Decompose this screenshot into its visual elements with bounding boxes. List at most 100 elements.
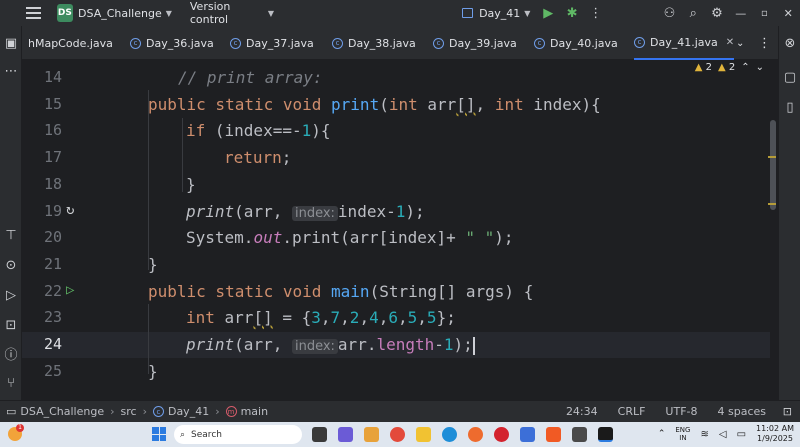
edge-icon[interactable] [442, 427, 457, 442]
search-icon[interactable]: ⌕ [681, 6, 705, 21]
start-button[interactable] [152, 427, 166, 441]
chevron-down-icon: ▼ [165, 8, 172, 18]
tab-label: Day_39.java [449, 36, 517, 50]
tab-day-39[interactable]: c Day_39.java [433, 26, 517, 60]
run-tool-icon[interactable]: ▷ [3, 288, 19, 304]
word-icon[interactable] [520, 427, 535, 442]
main-menu-icon[interactable] [26, 7, 41, 19]
taskbar-search[interactable]: ⌕ Search [174, 425, 302, 444]
chevron-right-icon: › [142, 405, 147, 418]
problems-icon[interactable]: ⓘ [3, 348, 19, 364]
breadcrumb-project[interactable]: DSA_Challenge [20, 405, 104, 418]
opera-icon[interactable] [494, 427, 509, 442]
battery-icon[interactable]: ▭ [737, 429, 746, 440]
indent-setting[interactable]: 4 spaces [718, 405, 767, 418]
brave-icon[interactable] [546, 427, 561, 442]
terminal-icon[interactable]: ⊡ [3, 318, 19, 334]
services-icon[interactable]: ⊙ [3, 258, 19, 274]
lock-icon[interactable]: ⊡ [783, 405, 792, 418]
code-line-18: } [186, 175, 196, 194]
task-view-icon[interactable] [312, 427, 327, 442]
search-icon: ⌕ [180, 429, 186, 440]
project-widget[interactable]: DSA_Challenge ▼ [78, 0, 178, 26]
warning-mark[interactable] [768, 203, 776, 205]
line-number: 22 [43, 282, 62, 300]
code-line-22: public static void main(String[] args) { [148, 282, 534, 301]
intellij-icon[interactable] [598, 427, 613, 442]
settings-icon[interactable]: ⚙ [705, 6, 729, 21]
notifications-icon[interactable]: ⊗ [782, 36, 798, 52]
vcs-widget[interactable]: Version control ▼ [184, 0, 280, 26]
close-tab-icon[interactable]: ✕ [726, 37, 734, 48]
tab-day-38[interactable]: c Day_38.java [332, 26, 416, 60]
ai-assistant-icon[interactable]: ▯ [782, 100, 798, 116]
tab-label: Day_38.java [348, 36, 416, 50]
editor-scrollbar[interactable] [770, 120, 776, 210]
indent-guide [148, 90, 149, 270]
caret-position[interactable]: 24:34 [566, 405, 598, 418]
copilot-icon[interactable] [364, 427, 379, 442]
line-number: 21 [43, 255, 62, 273]
git-icon[interactable]: ⑂ [3, 376, 19, 392]
run-icon[interactable]: ▶ [536, 6, 560, 21]
chrome-icon[interactable] [390, 427, 405, 442]
teams-icon[interactable] [338, 427, 353, 442]
breadcrumb-file[interactable]: Day_41 [168, 405, 209, 418]
tab-day-40[interactable]: c Day_40.java [534, 26, 618, 60]
module-icon: ▭ [6, 405, 17, 418]
tab-day-41[interactable]: c Day_41.java ✕ [634, 26, 735, 60]
tab-hashmapcode[interactable]: hMapCode.java [28, 26, 113, 60]
firefox-icon[interactable] [468, 427, 483, 442]
code-line-21: } [148, 255, 158, 274]
line-number: 20 [43, 228, 62, 246]
run-main-icon[interactable]: ▷ [66, 282, 74, 298]
inspection-widget[interactable]: ▲ 2 ▲ 2 ⌃ ⌄ [695, 62, 764, 73]
wifi-icon[interactable]: ≋ [700, 429, 708, 440]
parameter-hint: index: [291, 206, 338, 221]
volume-icon[interactable]: ◁ [719, 429, 727, 440]
breadcrumb-folder[interactable]: src [121, 405, 137, 418]
tab-day-36[interactable]: c Day_36.java [130, 26, 214, 60]
file-encoding[interactable]: UTF-8 [665, 405, 697, 418]
line-number: 17 [43, 148, 62, 166]
minimize-icon[interactable]: — [729, 7, 753, 20]
clock[interactable]: 11:02 AM 1/9/2025 [756, 424, 794, 444]
chevron-right-icon: › [110, 405, 115, 418]
project-badge[interactable]: DS [56, 4, 74, 22]
run-config-selector[interactable]: Day_41 ▼ [456, 0, 536, 26]
build-hammer-icon[interactable]: ⊤ [3, 228, 19, 244]
warning-mark[interactable] [768, 156, 776, 158]
code-with-me-icon[interactable]: ⚇ [658, 6, 682, 21]
more-tabs-icon[interactable]: ⋮ [758, 26, 771, 60]
tab-label: Day_37.java [246, 36, 314, 50]
file-explorer-icon[interactable] [416, 427, 431, 442]
line-number: 16 [43, 121, 62, 139]
close-icon[interactable]: ✕ [776, 7, 800, 20]
breadcrumb-method[interactable]: main [241, 405, 268, 418]
code-editor[interactable]: ▲ 2 ▲ 2 ⌃ ⌄ 14 15 16 17 18 19 20 21 22 2… [22, 60, 778, 400]
more-tools-icon[interactable]: ⋯ [3, 64, 19, 80]
status-widgets: 24:34 CRLF UTF-8 4 spaces [566, 405, 766, 418]
project-tool-icon[interactable]: ▣ [3, 36, 19, 52]
restore-icon[interactable]: ▫ [753, 8, 777, 19]
line-separator[interactable]: CRLF [618, 405, 646, 418]
region-code: IN [679, 434, 687, 442]
tab-label: Day_40.java [550, 36, 618, 50]
notepad-icon[interactable] [572, 427, 587, 442]
indent-guide [182, 118, 183, 192]
code-line-15: public static void print(int arr[], int … [148, 95, 601, 114]
database-icon[interactable]: ▢ [782, 70, 798, 86]
tab-day-37[interactable]: c Day_37.java [230, 26, 314, 60]
language-indicator[interactable]: ENG IN [675, 426, 690, 442]
windows-taskbar: 1 ⌕ Search ⌃ ENG IN ≋ ◁ ▭ 11:02 AM 1/9/2… [0, 422, 800, 447]
method-icon: m [225, 406, 237, 417]
debug-icon[interactable]: ✱ [560, 6, 584, 21]
code-line-16: if (index==-1){ [186, 121, 331, 140]
tabs-dropdown-icon[interactable]: ⌄ [736, 26, 744, 60]
run-config-icon [462, 8, 474, 18]
warning-count: 2 [705, 62, 712, 73]
chevron-up-icon[interactable]: ⌃ [658, 429, 666, 439]
recursive-call-icon[interactable]: ↻ [66, 202, 74, 218]
more-actions-icon[interactable]: ⋮ [584, 6, 608, 21]
line-number: 19 [43, 202, 62, 220]
